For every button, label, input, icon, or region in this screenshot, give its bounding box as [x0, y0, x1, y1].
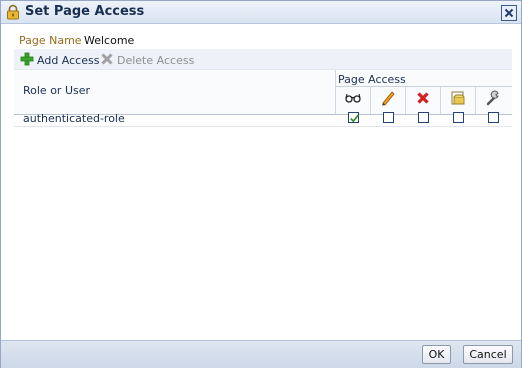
manage-wrench-icon	[476, 88, 510, 108]
edit-pencil-icon	[371, 88, 405, 108]
page-access-divider	[335, 86, 512, 87]
delete-access-label: Delete Access	[117, 53, 195, 67]
row-divider	[14, 126, 512, 127]
page-name-value: Welcome	[84, 34, 135, 47]
close-icon[interactable]	[501, 5, 517, 21]
view-glasses-icon	[336, 88, 370, 108]
access-table-panel: Add Access Delete Access Role or User Pa…	[14, 49, 512, 127]
access-toolbar: Add Access Delete Access	[14, 49, 512, 69]
delete-x-icon	[406, 88, 440, 108]
delete-permission-checkbox[interactable]	[418, 112, 429, 123]
set-page-access-dialog: Set Page Access Page Name Welcome Add Ac…	[0, 0, 522, 368]
table-row[interactable]: authenticated-role	[14, 112, 512, 125]
delete-access-button[interactable]: Delete Access	[100, 52, 194, 68]
cancel-button[interactable]: Cancel	[463, 345, 513, 364]
manage-permission-checkbox[interactable]	[488, 112, 499, 123]
add-access-button[interactable]: Add Access	[20, 52, 99, 68]
dialog-title: Set Page Access	[25, 4, 145, 19]
page-name-label: Page Name	[19, 34, 82, 47]
view-permission-checkbox[interactable]	[348, 112, 359, 123]
lock-icon	[6, 4, 20, 20]
ok-button[interactable]: OK	[422, 345, 451, 364]
grey-x-icon	[100, 52, 114, 69]
customize-page-icon	[441, 88, 475, 108]
dialog-titlebar: Set Page Access	[1, 1, 521, 24]
page-access-header: Page Access	[338, 73, 406, 86]
add-access-label: Add Access	[37, 53, 100, 67]
role-name: authenticated-role	[23, 112, 125, 125]
table-header: Role or User Page Access	[14, 69, 512, 115]
dialog-footer: OK Cancel	[1, 340, 521, 368]
green-plus-icon	[20, 52, 34, 69]
edit-permission-checkbox[interactable]	[383, 112, 394, 123]
role-or-user-header[interactable]: Role or User	[23, 84, 90, 97]
customize-permission-checkbox[interactable]	[453, 112, 464, 123]
